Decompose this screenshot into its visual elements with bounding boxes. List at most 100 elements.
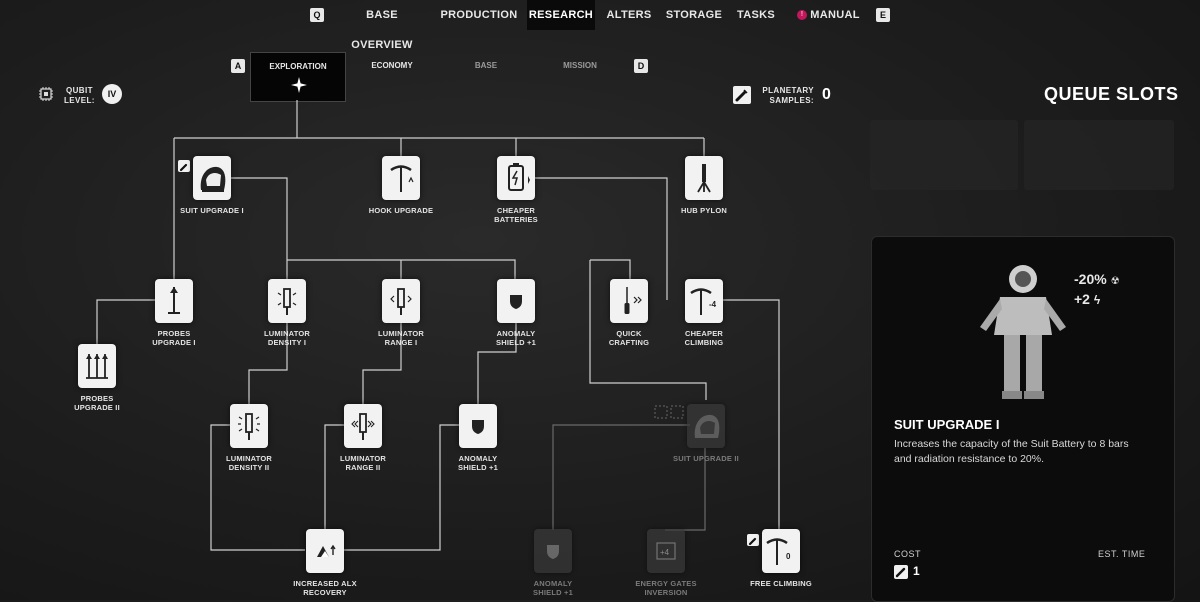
radiation-stat-value: -20%	[1074, 271, 1107, 287]
probe-icon	[168, 287, 180, 314]
node-probes-upgrade-1-label-1: PROBES	[157, 329, 191, 338]
node-cheaper-climbing-label-1: CHEAPER	[684, 329, 724, 338]
cost-label: COST	[894, 549, 922, 559]
sample-cost-icon	[894, 565, 908, 579]
node-anomaly-shield-1b-label-2: SHIELD +1	[458, 463, 498, 472]
node-cheaper-climbing-label: CHEAPER CLIMBING	[649, 329, 759, 347]
node-hub-pylon[interactable]	[685, 156, 723, 200]
node-anomaly-shield-1c[interactable]	[534, 529, 572, 573]
node-free-climbing-label: FREE CLIMBING	[750, 579, 812, 588]
node-luminator-density-2[interactable]	[230, 404, 268, 448]
node-hook-upgrade-label: HOOK UPGRADE	[368, 206, 434, 215]
node-probes-upgrade-2[interactable]	[78, 344, 116, 388]
node-anomaly-shield-1b-label: ANOMALY SHIELD +1	[423, 454, 533, 472]
node-hook-upgrade[interactable]	[382, 156, 420, 200]
cost-value: 1	[913, 564, 920, 578]
node-increased-alx-recovery-label-2: RECOVERY	[303, 588, 347, 597]
node-anomaly-shield-1c-label: ANOMALY SHIELD +1	[498, 579, 608, 597]
luminator-density-icon	[238, 413, 260, 440]
est-time-label: EST. TIME	[1098, 549, 1146, 559]
node-luminator-range-1-label-1: LUMINATOR	[377, 329, 425, 338]
node-hub-pylon-label: HUB PYLON	[681, 206, 727, 215]
battery-stat-value: +2	[1074, 291, 1090, 307]
node-luminator-density-2-label-2: DENSITY II	[228, 463, 270, 472]
helmet-icon	[200, 166, 226, 192]
node-suit-upgrade-1[interactable]	[193, 156, 231, 200]
research-detail-description: Increases the capacity of the Suit Batte…	[894, 438, 1129, 465]
node-probes-upgrade-2-label-1: PROBES	[80, 394, 114, 403]
pickaxe-icon	[390, 165, 414, 192]
screwdriver-icon	[624, 287, 642, 314]
node-cheaper-batteries-label: CHEAPER BATTERIES	[461, 206, 571, 224]
node-luminator-range-1-label: LUMINATOR RANGE I	[346, 329, 456, 347]
node-anomaly-shield-1a-label: ANOMALY SHIELD +1	[461, 329, 571, 347]
spacesuit-illustration	[980, 265, 1066, 399]
ice-axe-icon: -4	[690, 288, 717, 315]
node-increased-alx-recovery[interactable]	[306, 529, 344, 573]
alx-icon	[317, 544, 336, 557]
node-luminator-density-1-label-1: LUMINATOR	[263, 329, 311, 338]
helmet-icon	[694, 414, 720, 438]
node-cheaper-batteries-label-1: CHEAPER	[496, 206, 536, 215]
sample-required-icon	[178, 160, 190, 172]
node-increased-alx-recovery-label-1: INCREASED ALX	[293, 579, 357, 588]
node-anomaly-shield-1a[interactable]	[497, 279, 535, 323]
svg-text:0: 0	[786, 552, 791, 561]
node-energy-gates-inversion-label: ENERGY GATES INVERSION	[611, 579, 721, 597]
energy-gate-icon: +4	[656, 542, 676, 560]
node-suit-upgrade-2-label: SUIT UPGRADE II	[673, 454, 739, 463]
ice-axe-icon: 0	[766, 538, 791, 565]
node-suit-upgrade-2[interactable]	[687, 404, 725, 448]
node-luminator-range-2-label: LUMINATOR RANGE II	[308, 454, 418, 472]
node-anomaly-shield-1b-label-1: ANOMALY	[458, 454, 498, 463]
node-probes-upgrade-2-label: PROBES UPGRADE II	[42, 394, 152, 412]
node-luminator-range-1[interactable]	[382, 279, 420, 323]
node-luminator-range-2-label-2: RANGE II	[345, 463, 381, 472]
node-anomaly-shield-1c-label-1: ANOMALY	[533, 579, 573, 588]
node-suit-upgrade-1-label: SUIT UPGRADE I	[180, 206, 244, 215]
radiation-stat: -20% ☢	[1074, 271, 1120, 287]
radiation-icon: ☢	[1110, 276, 1120, 287]
locked-slots-icon	[654, 405, 684, 419]
node-probes-upgrade-1-label-2: UPGRADE I	[152, 338, 196, 347]
shield-icon	[472, 420, 484, 434]
pylon-icon	[697, 164, 711, 193]
node-increased-alx-recovery-label: INCREASED ALX RECOVERY	[270, 579, 380, 597]
node-energy-gates-inversion-label-1: ENERGY GATES	[635, 579, 697, 588]
node-luminator-density-2-label-1: LUMINATOR	[225, 454, 273, 463]
node-cheaper-batteries[interactable]	[497, 156, 535, 200]
node-cheaper-climbing-label-2: CLIMBING	[684, 338, 724, 347]
node-quick-crafting[interactable]	[610, 279, 648, 323]
lightning-icon: ϟ	[1093, 293, 1101, 307]
node-luminator-density-1-label-2: DENSITY I	[267, 338, 307, 347]
node-anomaly-shield-1a-label-2: SHIELD +1	[496, 338, 536, 347]
node-probes-upgrade-1[interactable]	[155, 279, 193, 323]
node-probes-upgrade-1-label: PROBES UPGRADE I	[119, 329, 229, 347]
node-luminator-density-1-label: LUMINATOR DENSITY I	[232, 329, 342, 347]
node-luminator-range-1-label-2: RANGE I	[384, 338, 418, 347]
node-luminator-range-2-label-1: LUMINATOR	[339, 454, 387, 463]
node-energy-gates-inversion-label-2: INVERSION	[644, 588, 688, 597]
node-energy-gates-inversion[interactable]: +4	[647, 529, 685, 573]
node-anomaly-shield-1a-label-1: ANOMALY	[496, 329, 536, 338]
node-probes-upgrade-2-label-2: UPGRADE II	[74, 403, 120, 412]
node-anomaly-shield-1b[interactable]	[459, 404, 497, 448]
node-luminator-density-1[interactable]	[268, 279, 306, 323]
sample-required-icon	[747, 534, 759, 546]
battery-icon	[508, 163, 530, 191]
luminator-icon	[277, 288, 297, 315]
research-detail-title: SUIT UPGRADE I	[894, 417, 1000, 432]
node-anomaly-shield-1c-label-2: SHIELD +1	[533, 588, 573, 597]
svg-text:-4: -4	[709, 300, 717, 309]
battery-stat: +2 ϟ	[1074, 291, 1100, 307]
node-free-climbing[interactable]: 0	[762, 529, 800, 573]
node-luminator-density-2-label: LUMINATOR DENSITY II	[194, 454, 304, 472]
svg-text:+4: +4	[660, 548, 670, 557]
probes-icon	[86, 354, 108, 379]
node-cheaper-climbing[interactable]: -4	[685, 279, 723, 323]
shield-icon	[510, 295, 522, 309]
research-detail-panel: -20% ☢ +2 ϟ SUIT UPGRADE I Increases the…	[871, 236, 1175, 602]
node-luminator-range-2[interactable]	[344, 404, 382, 448]
luminator-range-2-icon	[351, 413, 375, 440]
shield-icon	[547, 545, 559, 559]
